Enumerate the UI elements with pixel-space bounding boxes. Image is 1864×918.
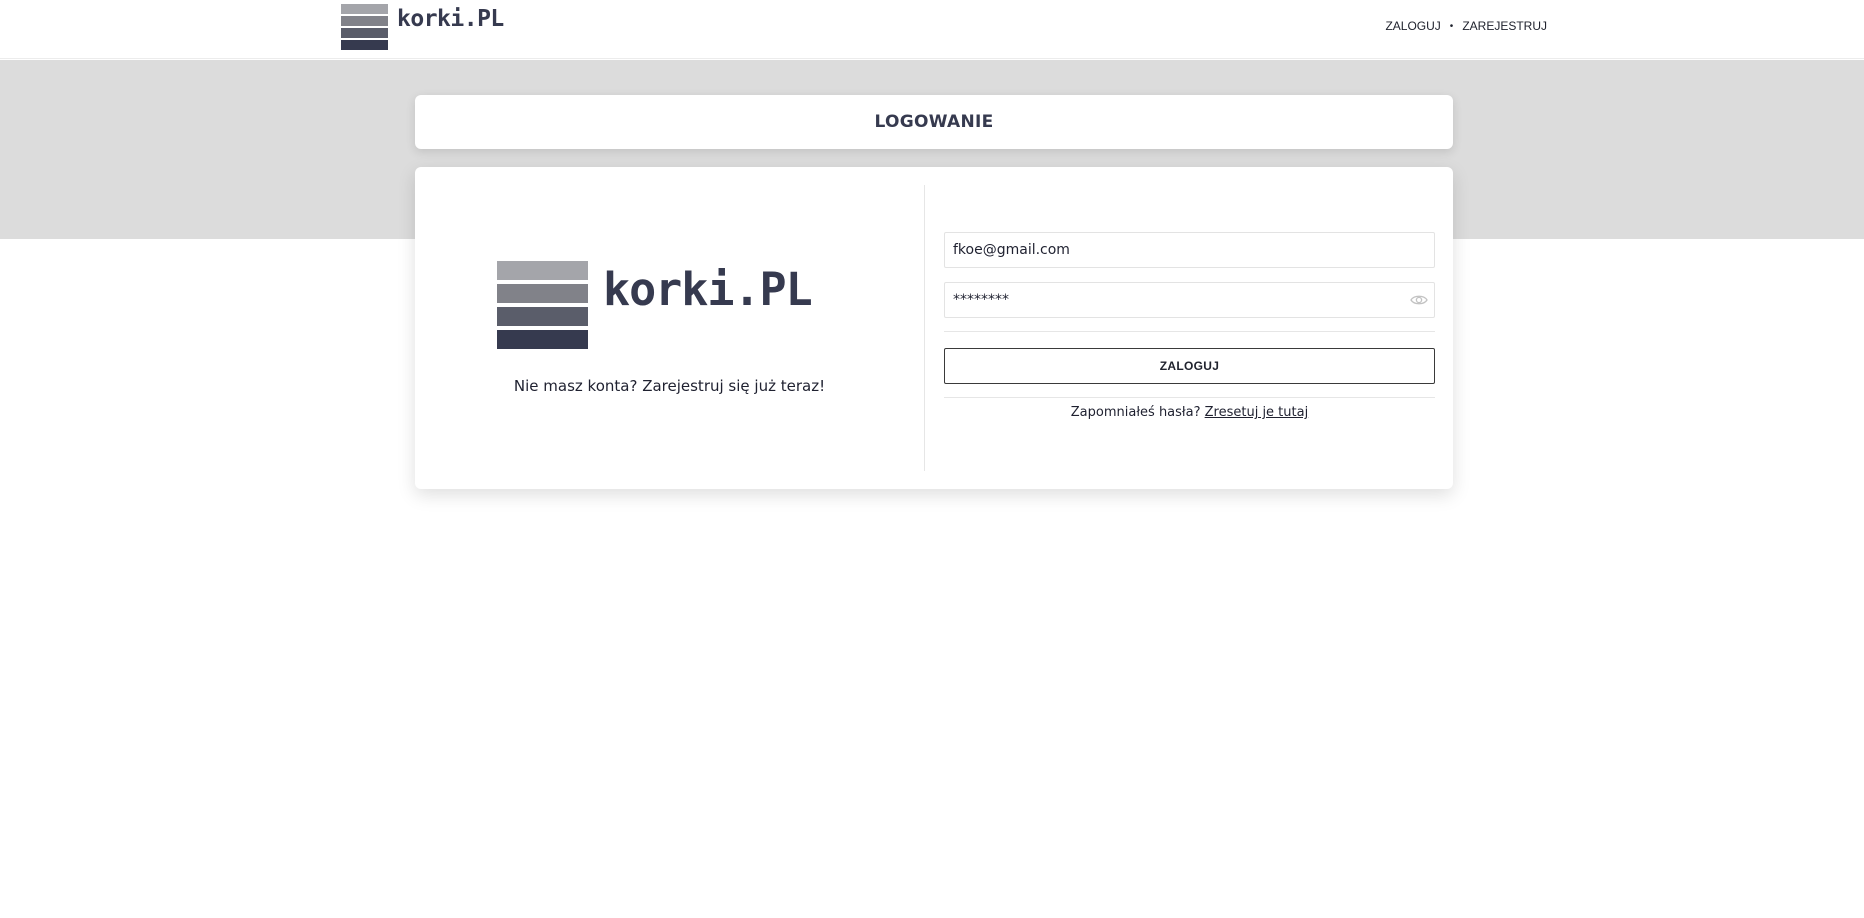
login-button[interactable]: ZALOGUJ: [944, 348, 1435, 384]
top-navbar: korki.PL ZALOGUJ • ZAREJESTRUJ: [0, 0, 1864, 59]
logo-bars-icon: [497, 261, 588, 353]
form-divider: [944, 331, 1435, 332]
top-nav-links: ZALOGUJ • ZAREJESTRUJ: [1385, 19, 1547, 33]
brand-logo-text: korki.PL: [603, 263, 813, 316]
nav-login-link[interactable]: ZALOGUJ: [1385, 19, 1440, 33]
register-prompt[interactable]: Nie masz konta? Zarejestruj się już tera…: [415, 377, 924, 395]
header-logo-text: korki.PL: [397, 6, 504, 32]
header-logo[interactable]: korki.PL: [341, 4, 504, 52]
nav-register-link[interactable]: ZAREJESTRUJ: [1462, 19, 1547, 33]
page-title: LOGOWANIE: [874, 112, 994, 132]
eye-icon[interactable]: [1410, 293, 1428, 307]
logo-bars-icon: [341, 4, 388, 52]
column-divider: [924, 185, 925, 471]
password-input[interactable]: [953, 292, 1426, 308]
forgot-password-text: Zapomniałeś hasła?: [1070, 405, 1201, 420]
brand-logo: korki.PL: [497, 261, 813, 353]
nav-separator: •: [1449, 20, 1454, 32]
password-field[interactable]: [944, 282, 1435, 318]
form-divider: [944, 397, 1435, 398]
reset-password-link[interactable]: Zresetuj je tutaj: [1205, 405, 1309, 420]
login-card: korki.PL Nie masz konta? Zarejestruj się…: [415, 167, 1453, 489]
email-input[interactable]: [953, 242, 1426, 258]
email-field[interactable]: [944, 232, 1435, 268]
page-title-card: LOGOWANIE: [415, 95, 1453, 149]
forgot-password: Zapomniałeś hasła? Zresetuj je tutaj: [944, 405, 1435, 420]
